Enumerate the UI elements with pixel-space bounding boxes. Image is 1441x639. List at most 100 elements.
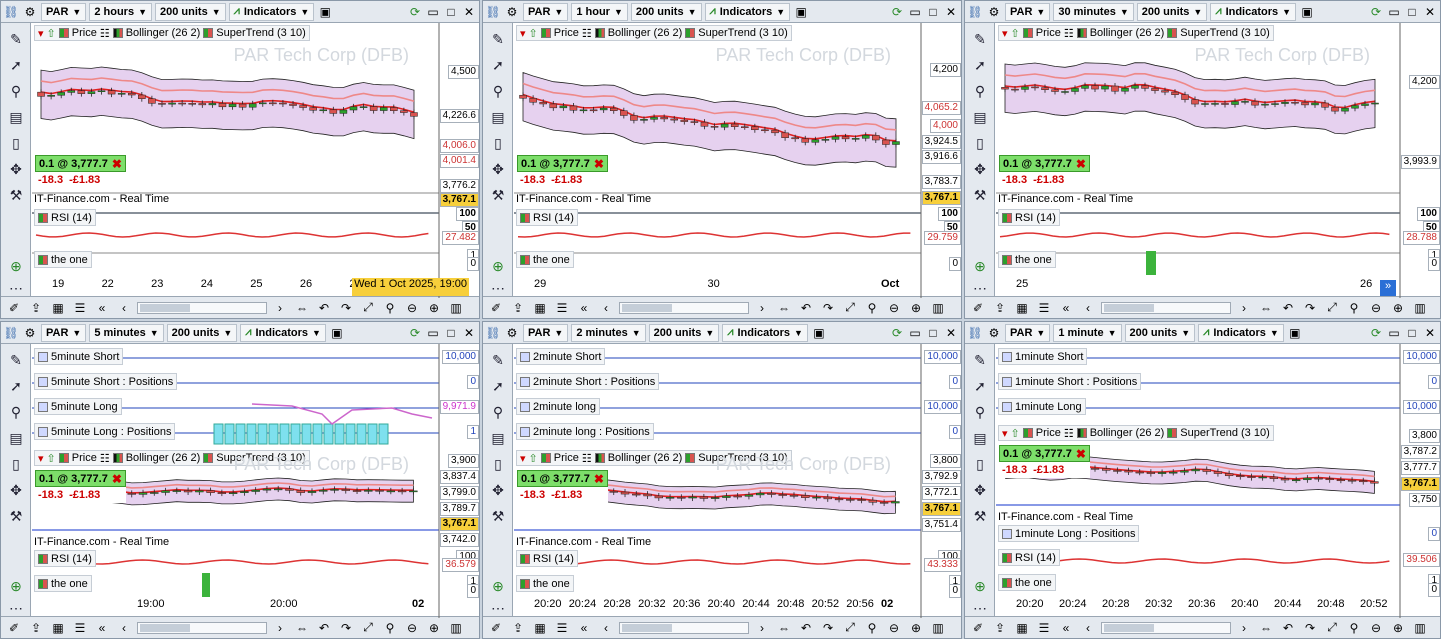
indicator-label[interactable]: 5minute Long [34,398,122,415]
scroll-fwd-icon[interactable]: › [1235,619,1253,637]
move-icon[interactable]: ✥ [488,480,508,500]
calendar-icon[interactable]: ▦ [49,619,67,637]
indicator-add-icon[interactable]: ⊕ [6,576,26,596]
indicator-add-icon[interactable]: ⊕ [488,256,508,276]
indicator-label[interactable]: 1minute Short [998,348,1088,365]
move-icon[interactable]: ✥ [970,159,990,179]
scroll-left-icon[interactable]: « [1057,299,1075,317]
scroll-back-icon[interactable]: ‹ [597,619,615,637]
zoom-in-icon[interactable]: ⊕ [1389,299,1407,317]
rotate-icon[interactable]: ⚙ [504,4,520,20]
units-select[interactable]: 200 units ▼ [166,323,238,342]
zoom-in-icon[interactable]: ⊕ [425,619,443,637]
maximize-icon[interactable]: □ [925,325,941,341]
chart-area[interactable]: PAR Tech Corp (DFB) ▾ ⇧ Price ☷ Bollinger (26… [996,23,1440,298]
indicator-label[interactable]: 2minute Short [516,348,606,365]
tools-icon[interactable]: ⚒ [488,506,508,526]
up-arrow-icon[interactable]: ⇧ [1011,427,1020,440]
indicator-label[interactable]: RSI (14) [998,549,1060,566]
time-scrollbar[interactable] [619,301,749,314]
draw-icon[interactable]: ✐ [5,299,23,317]
indicator-label[interactable]: RSI (14) [998,209,1060,226]
minimize-icon[interactable]: ▭ [907,4,923,20]
close-position-icon[interactable]: ✖ [594,472,604,486]
menu-icon[interactable]: ☰ [553,299,571,317]
indicators-button[interactable]: ⩘ Indicators ▼ [228,2,315,21]
time-scrollbar[interactable] [1101,301,1231,314]
redo-icon[interactable]: ↷ [1301,299,1319,317]
move-icon[interactable]: ✥ [6,480,26,500]
legend-bollinger[interactable]: Bollinger (26 2) [126,452,201,464]
pencil-icon[interactable]: ✎ [488,350,508,370]
maximize-icon[interactable]: □ [1404,4,1420,20]
open-position[interactable]: 0.1 @ 3,777.7 ✖ -18.3 -£1.83 [999,155,1090,188]
rotate-icon[interactable]: ⚙ [986,325,1002,341]
timeframe-select[interactable]: 30 minutes ▼ [1053,2,1134,21]
close-icon[interactable]: ▾ [520,452,526,465]
cursor-icon[interactable]: ➚ [970,376,990,396]
redo-icon[interactable]: ↷ [337,619,355,637]
more-icon[interactable]: ⋯ [970,598,990,618]
pencil-icon[interactable]: ✎ [970,350,990,370]
document-icon[interactable]: ▯ [488,454,508,474]
close-icon[interactable]: ▾ [520,27,526,40]
chart-area[interactable]: PAR Tech Corp (DFB) ▾ ⇧ Price ☷ Bollinger (26… [32,23,479,298]
undo-icon[interactable]: ↶ [1279,299,1297,317]
scroll-back-icon[interactable]: ‹ [1079,619,1097,637]
timeframe-select[interactable]: 2 hours ▼ [89,2,152,21]
ruler-icon[interactable]: ▤ [488,428,508,448]
maximize-icon[interactable]: □ [1404,325,1420,341]
rotate-icon[interactable]: ⚙ [22,4,38,20]
minimize-icon[interactable]: ▭ [425,4,441,20]
units-select[interactable]: 200 units ▼ [155,2,226,21]
rotate-icon[interactable]: ⚙ [986,4,1002,20]
legend-supertrend[interactable]: SuperTrend (3 10) [216,27,305,39]
scroll-back-icon[interactable]: ‹ [115,619,133,637]
cursor-icon[interactable]: ➚ [6,376,26,396]
menu-icon[interactable]: ☰ [1035,619,1053,637]
units-select[interactable]: 200 units ▼ [648,323,720,342]
more-icon[interactable]: ⋯ [488,278,508,298]
document-icon[interactable]: ▯ [970,454,990,474]
close-icon[interactable]: ✕ [1422,4,1438,20]
link-icon[interactable]: ⛓ [485,325,501,341]
link-icon[interactable]: ⛓ [967,4,983,20]
menu-icon[interactable]: ☰ [71,619,89,637]
symbol-select[interactable]: PAR ▼ [41,2,87,21]
zoom-reset-icon[interactable]: ⚲ [381,299,399,317]
pencil-icon[interactable]: ✎ [970,29,990,49]
draw-icon[interactable]: ✐ [969,619,987,637]
cursor-icon[interactable]: ➚ [970,55,990,75]
indicator-add-icon[interactable]: ⊕ [6,256,26,276]
close-icon[interactable]: ✕ [461,4,477,20]
indicators-button[interactable]: ⩘ Indicators ▼ [1198,323,1284,342]
zoom-in-icon[interactable]: ⊕ [907,619,925,637]
menu-icon[interactable]: ☰ [1035,299,1053,317]
pencil-icon[interactable]: ✎ [6,29,26,49]
legend-bollinger[interactable]: Bollinger (26 2) [126,27,201,39]
redo-icon[interactable]: ↷ [337,299,355,317]
redo-icon[interactable]: ↷ [819,619,837,637]
scrollbar-thumb[interactable] [1104,623,1154,632]
indicator-label[interactable]: the one [34,575,92,592]
units-select[interactable]: 200 units ▼ [630,2,702,21]
share-icon[interactable]: ⇪ [991,619,1009,637]
scroll-left-icon[interactable]: « [93,619,111,637]
move-icon[interactable]: ✥ [488,159,508,179]
refresh-icon[interactable]: ⟳ [407,325,423,341]
indicator-label[interactable]: 1minute Long : Positions [998,525,1140,542]
ruler-icon[interactable]: ▤ [6,107,26,127]
pencil-icon[interactable]: ✎ [488,29,508,49]
up-arrow-icon[interactable]: ⇧ [47,452,56,465]
pencil-icon[interactable]: ✎ [6,350,26,370]
zoom-out-icon[interactable]: ⊖ [885,619,903,637]
chart-area[interactable]: PAR Tech Corp (DFB) ▾ ⇧ Price ☷ Bollinger (26… [514,23,961,298]
calendar-icon[interactable]: ▦ [1013,299,1031,317]
share-icon[interactable]: ⇪ [27,619,45,637]
units-select[interactable]: 200 units ▼ [1124,323,1196,342]
fit-icon[interactable]: ⇔ [775,299,793,317]
cursor-icon[interactable]: ➚ [6,55,26,75]
properties-icon[interactable]: ▣ [329,325,345,341]
zoom-out-icon[interactable]: ⊖ [403,619,421,637]
fit-icon[interactable]: ⇔ [775,619,793,637]
